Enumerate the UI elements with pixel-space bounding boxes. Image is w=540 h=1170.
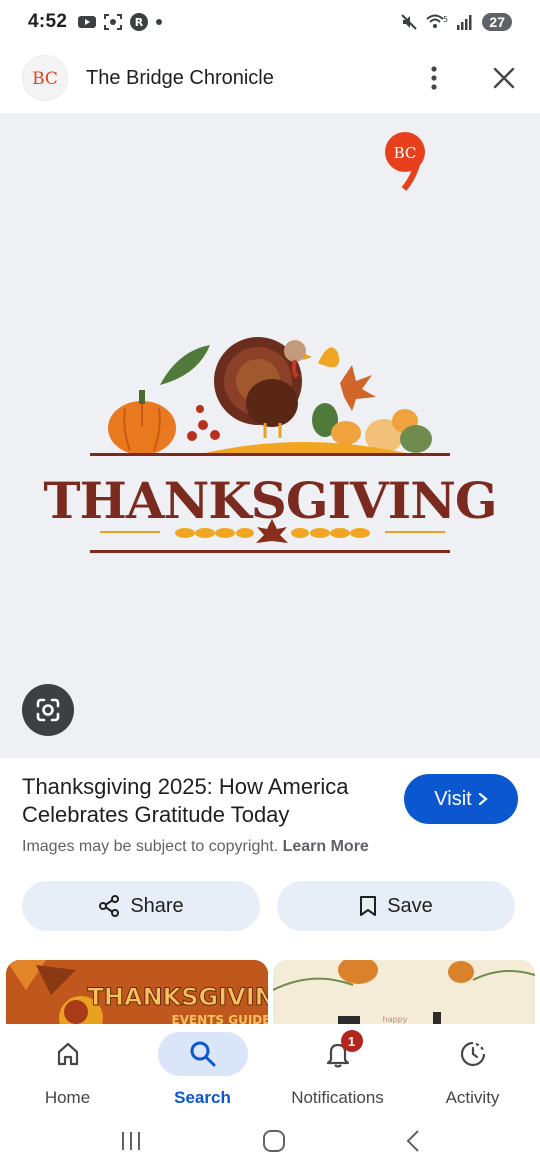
nav-home-label: Home xyxy=(44,1088,91,1107)
share-button[interactable]: Share xyxy=(22,881,260,931)
svg-text:THANKSGIVING: THANKSGIVING xyxy=(88,983,268,1011)
thanksgiving-illustration: BC THANKSGIVING xyxy=(43,132,498,553)
svg-text:BC: BC xyxy=(32,69,58,89)
status-time: 4:52 xyxy=(28,11,68,32)
nav-search-label: Search xyxy=(174,1088,231,1107)
back-icon[interactable] xyxy=(405,1129,421,1153)
lens-search-button[interactable] xyxy=(22,684,74,736)
nav-search[interactable]: Search xyxy=(135,1024,270,1112)
visit-button[interactable]: Visit xyxy=(404,774,518,824)
visit-label: Visit xyxy=(434,787,472,810)
status-bar: 4:52 R 5 27 xyxy=(0,0,540,44)
result-title[interactable]: Thanksgiving 2025: How America Celebrate… xyxy=(22,773,392,829)
header-actions xyxy=(420,64,518,92)
status-system-icons: 5 27 xyxy=(400,13,512,31)
more-options-icon[interactable] xyxy=(420,64,448,92)
notification-badge: 1 xyxy=(340,1030,363,1052)
screenshot-icon xyxy=(104,14,123,30)
watermark-logo: BC xyxy=(385,132,425,191)
nav-activity[interactable]: Activity xyxy=(405,1024,540,1112)
recent-apps-icon[interactable] xyxy=(119,1130,143,1152)
nav-home[interactable]: Home xyxy=(0,1024,135,1112)
bookmark-icon xyxy=(360,896,377,916)
home-button-icon[interactable] xyxy=(262,1129,286,1153)
svg-text:THANKSGIVING: THANKSGIVING xyxy=(43,471,496,530)
app-header: BC The Bridge Chronicle xyxy=(0,44,540,112)
svg-text:5: 5 xyxy=(443,15,448,24)
copyright-text: Images may be subject to copyright. xyxy=(22,838,279,855)
chevron-right-icon xyxy=(478,792,488,806)
save-label: Save xyxy=(387,894,433,917)
related-image-thumbnail[interactable]: happy xyxy=(273,960,535,1024)
nav-notifications-label: Notifications xyxy=(291,1088,384,1107)
vpn-icon: R xyxy=(130,13,149,31)
svg-text:R: R xyxy=(135,16,144,29)
related-image-thumbnail[interactable]: THANKSGIVING EVENTS GUIDE xyxy=(6,960,268,1024)
svg-text:happy: happy xyxy=(383,1015,408,1024)
share-icon xyxy=(99,895,120,917)
lens-icon xyxy=(36,698,60,722)
share-label: Share xyxy=(130,894,184,917)
bottom-navigation: Home Search 1 Notifications Activity xyxy=(0,1024,540,1112)
image-preview[interactable]: BC THANKSGIVING xyxy=(0,113,540,758)
site-logo: BC xyxy=(22,55,68,101)
happy-thanksgiving-thumbnail: happy xyxy=(273,960,535,1024)
dot-icon xyxy=(156,19,163,25)
signal-icon xyxy=(457,15,472,30)
home-icon xyxy=(57,1042,78,1066)
status-notification-icons: R xyxy=(77,12,163,32)
nav-notifications[interactable]: 1 Notifications xyxy=(270,1024,405,1112)
nav-activity-label: Activity xyxy=(445,1088,500,1107)
system-navigation-bar xyxy=(0,1112,540,1170)
thanksgiving-events-thumbnail: THANKSGIVING EVENTS GUIDE xyxy=(6,960,268,1024)
svg-text:BC: BC xyxy=(394,144,417,162)
battery-indicator: 27 xyxy=(482,13,512,31)
site-title: The Bridge Chronicle xyxy=(86,66,274,89)
copyright-notice: Images may be subject to copyright. Lear… xyxy=(22,838,369,856)
youtube-icon xyxy=(78,16,97,28)
activity-icon xyxy=(460,1041,485,1067)
save-button[interactable]: Save xyxy=(277,881,515,931)
search-icon xyxy=(190,1041,215,1067)
svg-text:EVENTS GUIDE: EVENTS GUIDE xyxy=(172,1013,268,1024)
wifi-icon: 5 xyxy=(426,14,448,28)
mute-icon xyxy=(401,14,418,30)
learn-more-link[interactable]: Learn More xyxy=(283,838,369,855)
close-icon[interactable] xyxy=(490,64,518,92)
